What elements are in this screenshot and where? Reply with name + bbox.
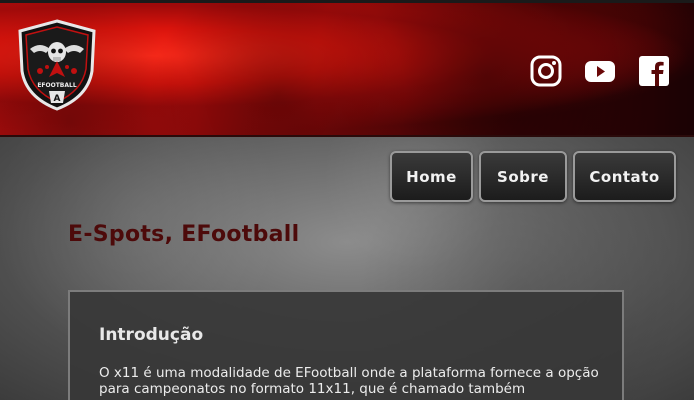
nav-contato-button[interactable]: Contato	[573, 151, 676, 202]
main-nav: Home Sobre Contato	[390, 151, 676, 202]
intro-heading: Introdução	[99, 325, 204, 345]
header-banner: EFOOTBALL A	[0, 0, 694, 137]
social-links	[530, 55, 670, 87]
youtube-icon[interactable]	[584, 55, 616, 87]
logo-text: EFOOTBALL	[37, 82, 77, 89]
page-title: E-Spots, EFootball	[68, 222, 300, 247]
main-content: Home Sobre Contato E-Spots, EFootball In…	[0, 137, 694, 400]
instagram-icon[interactable]	[530, 55, 562, 87]
svg-text:A: A	[54, 94, 61, 104]
efootball-logo[interactable]: EFOOTBALL A	[16, 19, 98, 111]
facebook-icon[interactable]	[638, 55, 670, 87]
intro-text: O x11 é uma modalidade de EFootball onde…	[99, 365, 599, 397]
intro-card: Introdução O x11 é uma modalidade de EFo…	[68, 290, 624, 400]
nav-sobre-button[interactable]: Sobre	[479, 151, 567, 202]
nav-home-button[interactable]: Home	[390, 151, 473, 202]
